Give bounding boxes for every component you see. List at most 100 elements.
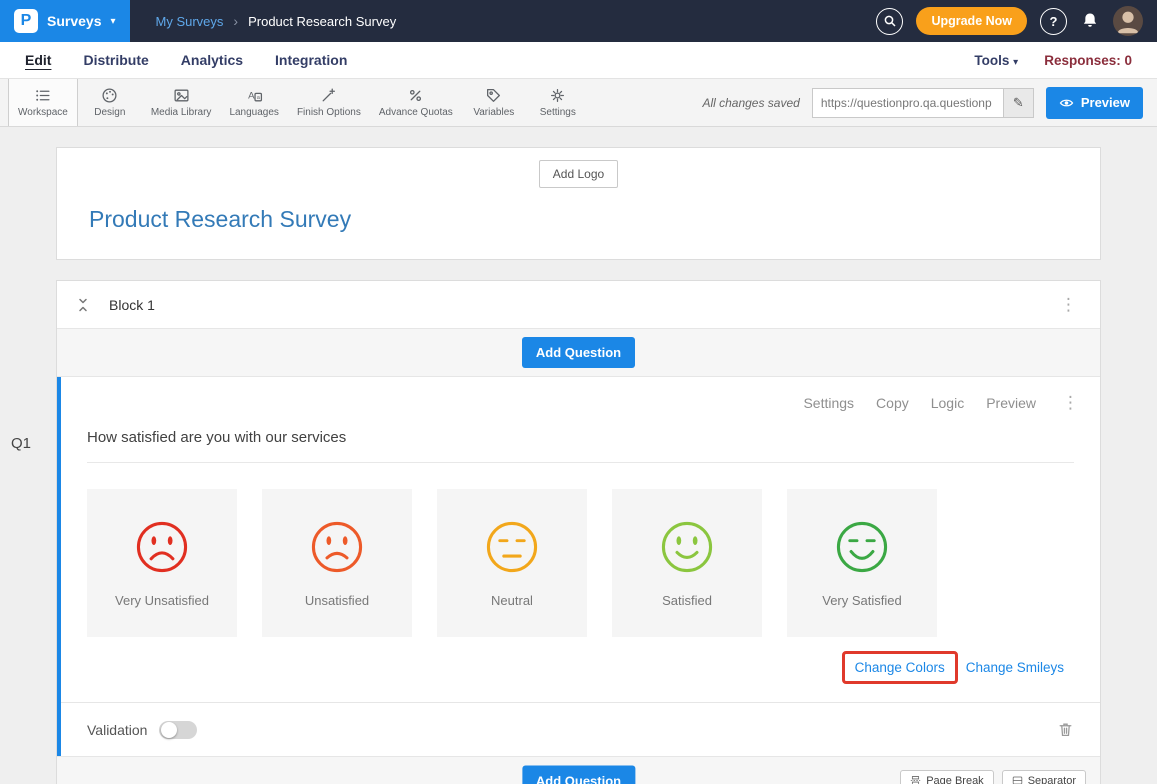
toolbar-item-variables[interactable]: Variables <box>462 79 526 126</box>
product-menu[interactable]: P Surveys ▾ <box>0 0 130 42</box>
toolbar-item-media-library[interactable]: Media Library <box>142 79 221 126</box>
survey-header-card: Add Logo Product Research Survey <box>56 147 1101 260</box>
questionpro-logo: P <box>14 9 38 33</box>
toolbar-item-design[interactable]: Design <box>78 79 142 126</box>
preview-button[interactable]: Preview <box>1046 87 1143 119</box>
add-question-button-top[interactable]: Add Question <box>522 337 635 368</box>
toolbar-item-label: Workspace <box>18 107 68 118</box>
block-card: Block 1 ⋮ Add Question Q1 Settings Copy … <box>56 280 1101 784</box>
add-question-row-top: Add Question <box>57 329 1100 377</box>
validation-toggle[interactable] <box>159 721 197 739</box>
toolbar-item-label: Variables <box>473 107 514 118</box>
toolbar-item-label: Languages <box>229 107 279 118</box>
survey-url-box: ✎ <box>812 88 1034 118</box>
tab-integration[interactable]: Integration <box>275 52 347 68</box>
validation-label: Validation <box>87 722 147 738</box>
question-preview-link[interactable]: Preview <box>986 395 1036 411</box>
survey-title[interactable]: Product Research Survey <box>89 206 1100 233</box>
delete-question-icon[interactable] <box>1057 721 1074 738</box>
toolbar-item-settings[interactable]: Settings <box>526 79 590 126</box>
survey-canvas: Add Logo Product Research Survey Block 1… <box>0 127 1157 784</box>
toolbar-item-label: Settings <box>540 107 576 118</box>
section-tabs: Edit Distribute Analytics Integration To… <box>0 42 1157 79</box>
user-avatar[interactable] <box>1113 6 1143 36</box>
smiley-option-label: Unsatisfied <box>305 593 369 608</box>
change-smileys-link[interactable]: Change Smileys <box>966 660 1064 675</box>
add-question-button-bottom[interactable]: Add Question <box>522 765 635 784</box>
edit-url-icon[interactable]: ✎ <box>1003 89 1033 117</box>
upgrade-now-button[interactable]: Upgrade Now <box>916 7 1027 35</box>
tab-edit[interactable]: Edit <box>25 52 51 68</box>
gear-icon <box>549 87 566 104</box>
question-settings-link[interactable]: Settings <box>803 395 854 411</box>
separator-button[interactable]: Separator <box>1002 770 1086 784</box>
smiley-options: Very Unsatisfied Unsatisfied Neutral Satisf… <box>87 489 1074 637</box>
question-menu-icon[interactable]: ⋮ <box>1058 393 1084 413</box>
smiley-links: Change Colors Change Smileys <box>87 651 1074 684</box>
change-colors-link[interactable]: Change Colors <box>842 651 958 684</box>
block-menu-icon[interactable]: ⋮ <box>1056 295 1082 315</box>
toolbar-item-advance-quotas[interactable]: Advance Quotas <box>370 79 462 126</box>
toolbar-item-label: Finish Options <box>297 107 361 118</box>
smiley-option-satisfied[interactable]: Satisfied <box>612 489 762 637</box>
survey-url-input[interactable] <box>813 89 1003 117</box>
smiley-icon <box>658 518 716 576</box>
toolbar-item-languages[interactable]: Aa Languages <box>220 79 288 126</box>
toolbar-item-workspace[interactable]: Workspace <box>8 79 78 126</box>
collapse-block-icon[interactable] <box>75 297 91 313</box>
question-actions: Settings Copy Logic Preview ⋮ <box>61 377 1100 413</box>
smiley-icon <box>133 518 191 576</box>
bell-icon[interactable] <box>1080 11 1100 31</box>
question-number: Q1 <box>11 435 31 452</box>
product-name: Surveys <box>47 13 101 29</box>
breadcrumb: My Surveys › Product Research Survey <box>156 13 397 29</box>
percent-icon <box>407 87 424 104</box>
smiley-option-label: Satisfied <box>662 593 712 608</box>
smiley-option-label: Neutral <box>491 593 533 608</box>
smiley-option-neutral[interactable]: Neutral <box>437 489 587 637</box>
wand-icon <box>320 87 337 104</box>
question-body: How satisfied are you with our services … <box>61 429 1100 684</box>
editor-toolbar: Workspace Design Media Library Aa Languages F… <box>0 79 1157 127</box>
add-logo-button[interactable]: Add Logo <box>539 160 618 188</box>
toggle-knob <box>161 722 177 738</box>
page-break-button[interactable]: Page Break <box>900 770 993 784</box>
page-break-icon <box>910 775 921 784</box>
separator-icon <box>1012 775 1023 784</box>
tools-menu[interactable]: Tools ▾ <box>974 53 1018 68</box>
question-logic-link[interactable]: Logic <box>931 395 964 411</box>
smiley-icon <box>308 518 366 576</box>
tab-distribute[interactable]: Distribute <box>83 52 148 68</box>
smiley-icon <box>483 518 541 576</box>
block-title: Block 1 <box>109 297 155 313</box>
question-copy-link[interactable]: Copy <box>876 395 909 411</box>
help-icon[interactable]: ? <box>1040 8 1067 35</box>
smiley-option-very-satisfied[interactable]: Very Satisfied <box>787 489 937 637</box>
toolbar-item-label: Advance Quotas <box>379 107 453 118</box>
tabs-right: Tools ▾ Responses: 0 <box>974 53 1132 68</box>
smiley-option-very-unsatisfied[interactable]: Very Unsatisfied <box>87 489 237 637</box>
responses-count[interactable]: Responses: 0 <box>1044 53 1132 68</box>
chevron-down-icon: ▾ <box>110 16 115 27</box>
breadcrumb-my-surveys[interactable]: My Surveys <box>156 14 224 29</box>
toolbar-items: Workspace Design Media Library Aa Languages F… <box>8 79 590 126</box>
tag-icon <box>485 87 502 104</box>
smiley-option-unsatisfied[interactable]: Unsatisfied <box>262 489 412 637</box>
language-icon: Aa <box>246 87 263 104</box>
chevron-down-icon: ▾ <box>1013 57 1018 68</box>
toolbar-right: All changes saved ✎ Preview <box>702 79 1157 126</box>
smiley-option-label: Very Unsatisfied <box>115 593 209 608</box>
toolbar-item-label: Design <box>94 107 125 118</box>
svg-text:a: a <box>257 95 260 101</box>
validation-row: Validation <box>61 702 1100 756</box>
question-text[interactable]: How satisfied are you with our services <box>87 429 1074 463</box>
save-status: All changes saved <box>702 96 799 110</box>
tab-analytics[interactable]: Analytics <box>181 52 243 68</box>
search-icon[interactable] <box>876 8 903 35</box>
svg-text:A: A <box>248 91 255 102</box>
toolbar-item-label: Media Library <box>151 107 212 118</box>
question-section: Q1 Settings Copy Logic Preview ⋮ How sat… <box>57 377 1100 756</box>
palette-icon <box>101 87 118 104</box>
workspace-icon <box>34 87 51 104</box>
toolbar-item-finish-options[interactable]: Finish Options <box>288 79 370 126</box>
